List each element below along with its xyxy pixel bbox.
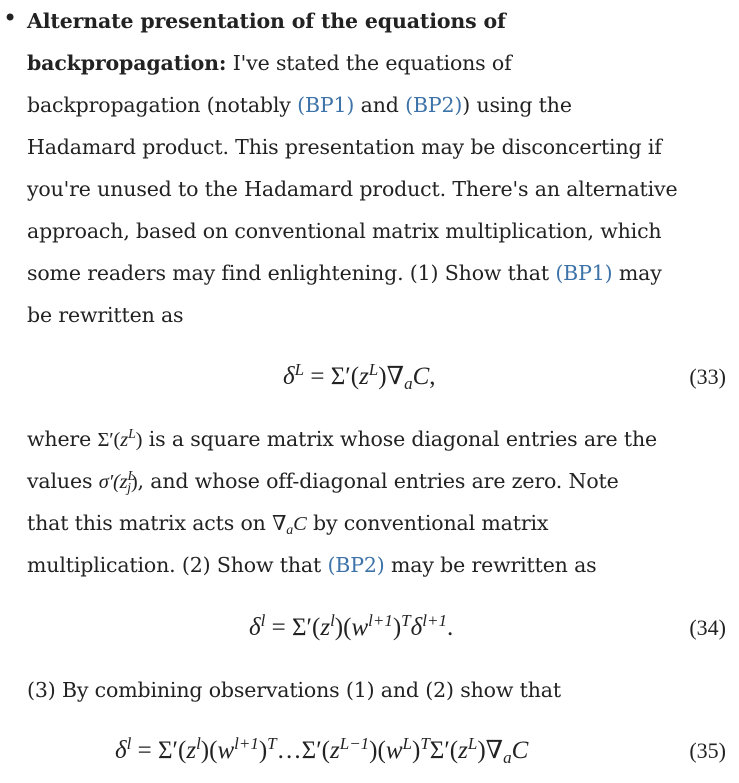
- equation-35-number: (35): [689, 738, 726, 763]
- bp2-link[interactable]: (BP2): [327, 553, 384, 577]
- math-inline-sigma-prime: σ′(zLj): [98, 469, 138, 496]
- exercise-heading-line-2: backpropagation:: [27, 51, 227, 75]
- bp1-link[interactable]: (BP1): [297, 93, 354, 117]
- text-segment: ) using the: [462, 93, 572, 117]
- equation-34-row: δl = Σ′(zl)(wl+1)Tδl+1. (34): [0, 610, 739, 646]
- exercise-paragraph-3: (3) By combining observations (1) and (2…: [27, 669, 727, 711]
- text-line: approach, based on conventional matrix m…: [27, 219, 662, 243]
- equation-33: δL = Σ′(zL)∇aC,: [283, 359, 436, 393]
- text-segment: I've stated the equations of: [226, 51, 512, 75]
- text-line: backpropagation (notably (BP1) and (BP2)…: [27, 84, 727, 126]
- equation-33-row: δL = Σ′(zL)∇aC, (33): [0, 359, 739, 395]
- equation-33-number: (33): [689, 364, 726, 389]
- text-segment: may: [612, 261, 662, 285]
- text-segment: and: [354, 93, 406, 117]
- text-segment: some readers may find enlightening. (1) …: [27, 261, 556, 285]
- exercise-paragraph-2: where Σ′(zL) is a square matrix whose di…: [27, 418, 727, 586]
- text-line: Hadamard product. This presentation may …: [27, 135, 662, 159]
- equation-35-row: δl = Σ′(zl)(wl+1)T…Σ′(zL−1)(wL)TΣ′(zL)∇a…: [0, 733, 739, 769]
- bp2-link[interactable]: (BP2): [405, 93, 462, 117]
- text-line: multiplication. (2) Show that (BP2) may …: [27, 553, 597, 577]
- text-segment: backpropagation (notably: [27, 93, 298, 117]
- text-line: values σ′(zLj), and whose off-diagonal e…: [27, 469, 619, 496]
- text-line: backpropagation: I've stated the equatio…: [27, 42, 727, 84]
- text-line: you're unused to the Hadamard product. T…: [27, 177, 678, 201]
- exercise-paragraph-1: Alternate presentation of the equations …: [27, 0, 727, 336]
- equation-35: δl = Σ′(zl)(wl+1)T…Σ′(zL−1)(wL)TΣ′(zL)∇a…: [115, 733, 529, 767]
- equation-34: δl = Σ′(zl)(wl+1)Tδl+1.: [249, 610, 454, 641]
- text-line: where Σ′(zL) is a square matrix whose di…: [27, 427, 658, 451]
- text-line: some readers may find enlightening. (1) …: [27, 252, 727, 294]
- bp1-link[interactable]: (BP1): [555, 261, 612, 285]
- math-inline-gradient: ∇aC: [272, 513, 307, 538]
- equation-34-number: (34): [689, 615, 726, 640]
- bullet-marker: •: [3, 4, 18, 32]
- text-line: (3) By combining observations (1) and (2…: [27, 678, 561, 702]
- text-line: be rewritten as: [27, 303, 184, 327]
- exercise-heading-line-1: Alternate presentation of the equations …: [27, 9, 506, 33]
- page: • Alternate presentation of the equation…: [0, 0, 739, 783]
- text-line: that this matrix acts on ∇aC by conventi…: [27, 511, 549, 538]
- math-inline-sigma-matrix: Σ′(zL): [97, 427, 143, 451]
